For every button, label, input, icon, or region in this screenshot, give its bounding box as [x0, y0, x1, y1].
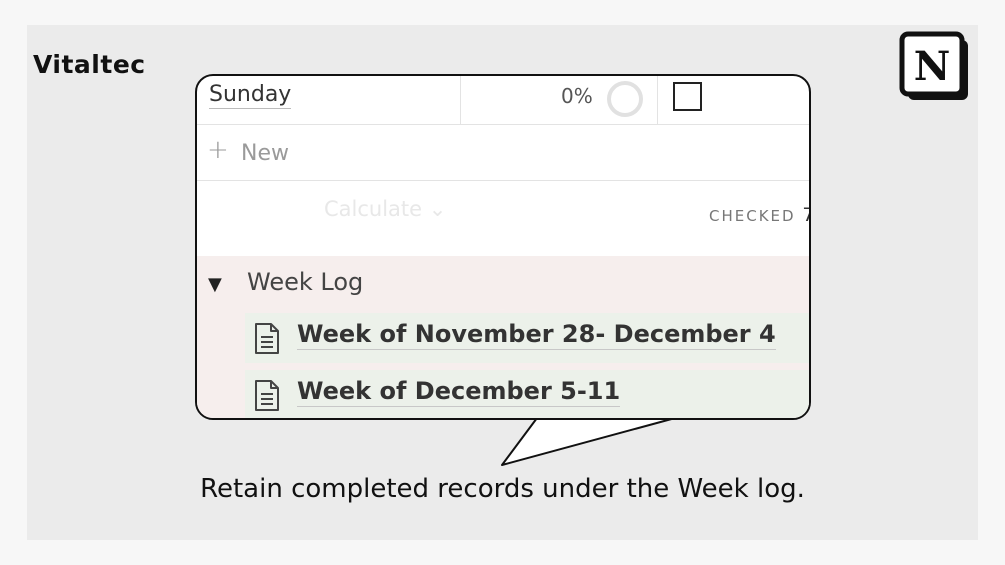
table-footer: Calculate ⌄ CHECKED 7: [197, 181, 809, 256]
progress-percent: 0%: [561, 84, 593, 108]
checked-count: CHECKED 7: [709, 204, 809, 226]
new-label: New: [241, 141, 289, 166]
list-item[interactable]: Week of December 5-11: [245, 370, 809, 418]
week-log-group: ▼ Week Log Week of November 28- December…: [197, 256, 809, 418]
done-checkbox[interactable]: [673, 82, 702, 111]
list-item[interactable]: Week of November 28- December 4: [245, 313, 809, 363]
progress-ring-icon: [607, 81, 643, 117]
column-divider: [657, 76, 658, 124]
table-row[interactable]: Sunday 0%: [197, 76, 809, 125]
item-label[interactable]: Week of December 5-11: [297, 377, 621, 407]
row-name[interactable]: Sunday: [209, 82, 292, 109]
page-icon: [255, 380, 279, 411]
toggle-triangle-icon[interactable]: ▼: [208, 274, 222, 295]
calculate-button[interactable]: Calculate ⌄: [324, 197, 446, 221]
checked-label: CHECKED: [709, 207, 796, 225]
group-title[interactable]: Week Log: [247, 268, 363, 296]
speech-bubble: Sunday 0% + New Calculate ⌄ CHECKED 7 ▼ …: [195, 74, 811, 420]
calculate-label: Calculate: [324, 197, 423, 221]
page-icon: [255, 323, 279, 354]
logo-letter: N: [914, 43, 951, 90]
checked-value: 7: [802, 204, 809, 226]
caption: Retain completed records under the Week …: [200, 474, 805, 504]
brand-name: Vitaltec: [33, 50, 146, 79]
item-label[interactable]: Week of November 28- December 4: [297, 320, 776, 350]
plus-icon: +: [207, 135, 229, 165]
column-divider: [460, 76, 461, 124]
chevron-down-icon: ⌄: [428, 197, 447, 221]
new-row-button[interactable]: + New: [197, 125, 809, 181]
notion-logo-icon: N: [899, 31, 968, 100]
